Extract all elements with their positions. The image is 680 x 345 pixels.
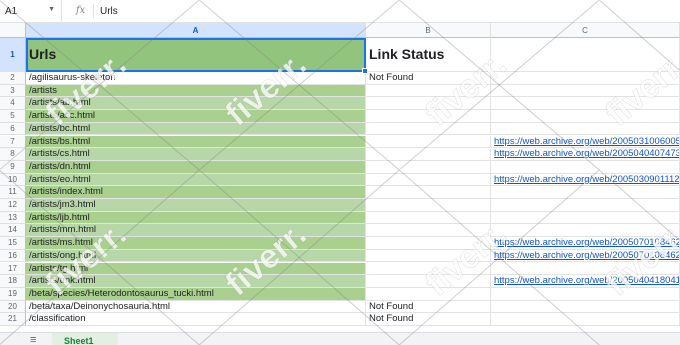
link-status-cell[interactable]: [366, 173, 491, 187]
url-cell[interactable]: /classification: [26, 313, 366, 326]
archive-link-cell[interactable]: https://web.archive.org/web/200507010846…: [491, 249, 680, 263]
column-header-b[interactable]: B: [366, 23, 491, 38]
url-cell[interactable]: /artists/index.html: [26, 186, 366, 199]
archive-link-cell[interactable]: https://web.archive.org/web/200504040747…: [491, 148, 680, 161]
url-cell[interactable]: /artists/ljb.html: [26, 211, 366, 225]
sheet-tab[interactable]: Sheet1: [52, 333, 118, 345]
empty-cell[interactable]: [491, 160, 680, 174]
empty-cell[interactable]: [491, 313, 680, 326]
url-cell[interactable]: /artists/asc.html: [26, 110, 366, 123]
row-header[interactable]: 12: [0, 199, 26, 212]
formula-input[interactable]: Urls: [94, 6, 118, 17]
row-header[interactable]: 19: [0, 287, 26, 301]
archive-link-cell[interactable]: https://web.archive.org/web/200507010846…: [491, 237, 680, 250]
url-cell[interactable]: /artists: [26, 84, 366, 98]
row-header[interactable]: 5: [0, 110, 26, 123]
row-header[interactable]: 11: [0, 186, 26, 199]
url-cell[interactable]: /beta/taxa/Deinonychosauria.html: [26, 300, 366, 314]
formula-bar: A1 ▼ fx Urls: [0, 0, 680, 23]
empty-cell[interactable]: [491, 199, 680, 212]
row-header[interactable]: 6: [0, 122, 26, 136]
empty-cell[interactable]: [491, 97, 680, 111]
link-status-cell[interactable]: [366, 275, 491, 288]
column-header-c[interactable]: C: [491, 23, 680, 38]
row-header[interactable]: 21: [0, 313, 26, 326]
url-cell[interactable]: /artists/ab.html: [26, 97, 366, 111]
link-status-cell[interactable]: [366, 199, 491, 212]
row-header[interactable]: 10: [0, 173, 26, 187]
link-status-cell[interactable]: [366, 262, 491, 276]
empty-cell[interactable]: [491, 84, 680, 98]
link-status-cell[interactable]: [366, 186, 491, 199]
fill-handle[interactable]: [362, 68, 368, 74]
empty-cell[interactable]: [491, 72, 680, 85]
chevron-down-icon[interactable]: ▼: [48, 6, 55, 13]
row-header[interactable]: 15: [0, 237, 26, 250]
row-header[interactable]: 17: [0, 262, 26, 276]
url-cell[interactable]: /artists/cs.html: [26, 148, 366, 161]
link-status-cell[interactable]: [366, 84, 491, 98]
empty-cell[interactable]: [491, 224, 680, 238]
link-status-cell[interactable]: Not Found: [366, 300, 491, 314]
sheet-tab-bar: ≡ Sheet1: [0, 332, 680, 345]
url-cell[interactable]: /agilisaurus-skeleton: [26, 72, 366, 85]
url-cell[interactable]: /artists/jm3.html: [26, 199, 366, 212]
row-header[interactable]: 4: [0, 97, 26, 111]
header-cell-c[interactable]: [491, 38, 680, 72]
url-cell[interactable]: /artists/mm.html: [26, 224, 366, 238]
row-header[interactable]: 3: [0, 84, 26, 98]
link-status-cell[interactable]: [366, 211, 491, 225]
header-cell-link-status[interactable]: Link Status: [366, 38, 491, 72]
empty-cell[interactable]: [491, 300, 680, 314]
select-all-corner[interactable]: [0, 23, 26, 38]
link-status-cell[interactable]: [366, 110, 491, 123]
url-cell[interactable]: /artists/ong.html: [26, 249, 366, 263]
empty-cell[interactable]: [491, 287, 680, 301]
url-cell[interactable]: /artists/bs.html: [26, 135, 366, 149]
archive-link-cell[interactable]: https://web.archive.org/web/200503090111…: [491, 173, 680, 187]
url-cell[interactable]: /artists/ms.html: [26, 237, 366, 250]
link-status-cell[interactable]: [366, 224, 491, 238]
row-header[interactable]: 18: [0, 275, 26, 288]
empty-cell[interactable]: [491, 186, 680, 199]
link-status-cell[interactable]: [366, 135, 491, 149]
empty-cell[interactable]: [491, 262, 680, 276]
url-cell[interactable]: /artists/tg.html: [26, 262, 366, 276]
archive-link-cell[interactable]: https://web.archive.org/web/200503100600…: [491, 135, 680, 149]
url-cell[interactable]: /artists/bc.html: [26, 122, 366, 136]
row-header[interactable]: 14: [0, 224, 26, 238]
empty-cell[interactable]: [491, 110, 680, 123]
row-header[interactable]: 20: [0, 300, 26, 314]
column-header-a[interactable]: A: [26, 23, 366, 38]
link-status-cell[interactable]: [366, 122, 491, 136]
name-box[interactable]: A1 ▼: [0, 0, 62, 23]
url-cell[interactable]: /beta/species/Heterodontosaurus_tucki.ht…: [26, 287, 366, 301]
link-status-cell[interactable]: [366, 97, 491, 111]
link-status-cell[interactable]: Not Found: [366, 313, 491, 326]
archive-link-cell[interactable]: https://web.archive.org/web/200504041804…: [491, 275, 680, 288]
row-header[interactable]: 9: [0, 160, 26, 174]
url-cell[interactable]: /artists/tmk.html: [26, 275, 366, 288]
link-status-cell[interactable]: Not Found: [366, 72, 491, 85]
header-cell-urls[interactable]: Urls: [26, 38, 366, 72]
row-header[interactable]: 2: [0, 72, 26, 85]
function-icon: fx: [68, 4, 94, 18]
link-status-cell[interactable]: [366, 249, 491, 263]
link-status-cell[interactable]: [366, 287, 491, 301]
link-status-cell[interactable]: [366, 237, 491, 250]
cell-reference: A1: [5, 5, 18, 17]
add-sheet-icon[interactable]: ≡: [30, 335, 40, 345]
link-status-cell[interactable]: [366, 160, 491, 174]
row-header[interactable]: 13: [0, 211, 26, 225]
empty-cell[interactable]: [491, 211, 680, 225]
link-status-cell[interactable]: [366, 148, 491, 161]
url-cell[interactable]: /artists/eo.html: [26, 173, 366, 187]
empty-cell[interactable]: [491, 122, 680, 136]
row-header[interactable]: 7: [0, 135, 26, 149]
row-header[interactable]: 1: [0, 38, 26, 72]
row-header[interactable]: 8: [0, 148, 26, 161]
row-header[interactable]: 16: [0, 249, 26, 263]
url-cell[interactable]: /artists/dn.html: [26, 160, 366, 174]
